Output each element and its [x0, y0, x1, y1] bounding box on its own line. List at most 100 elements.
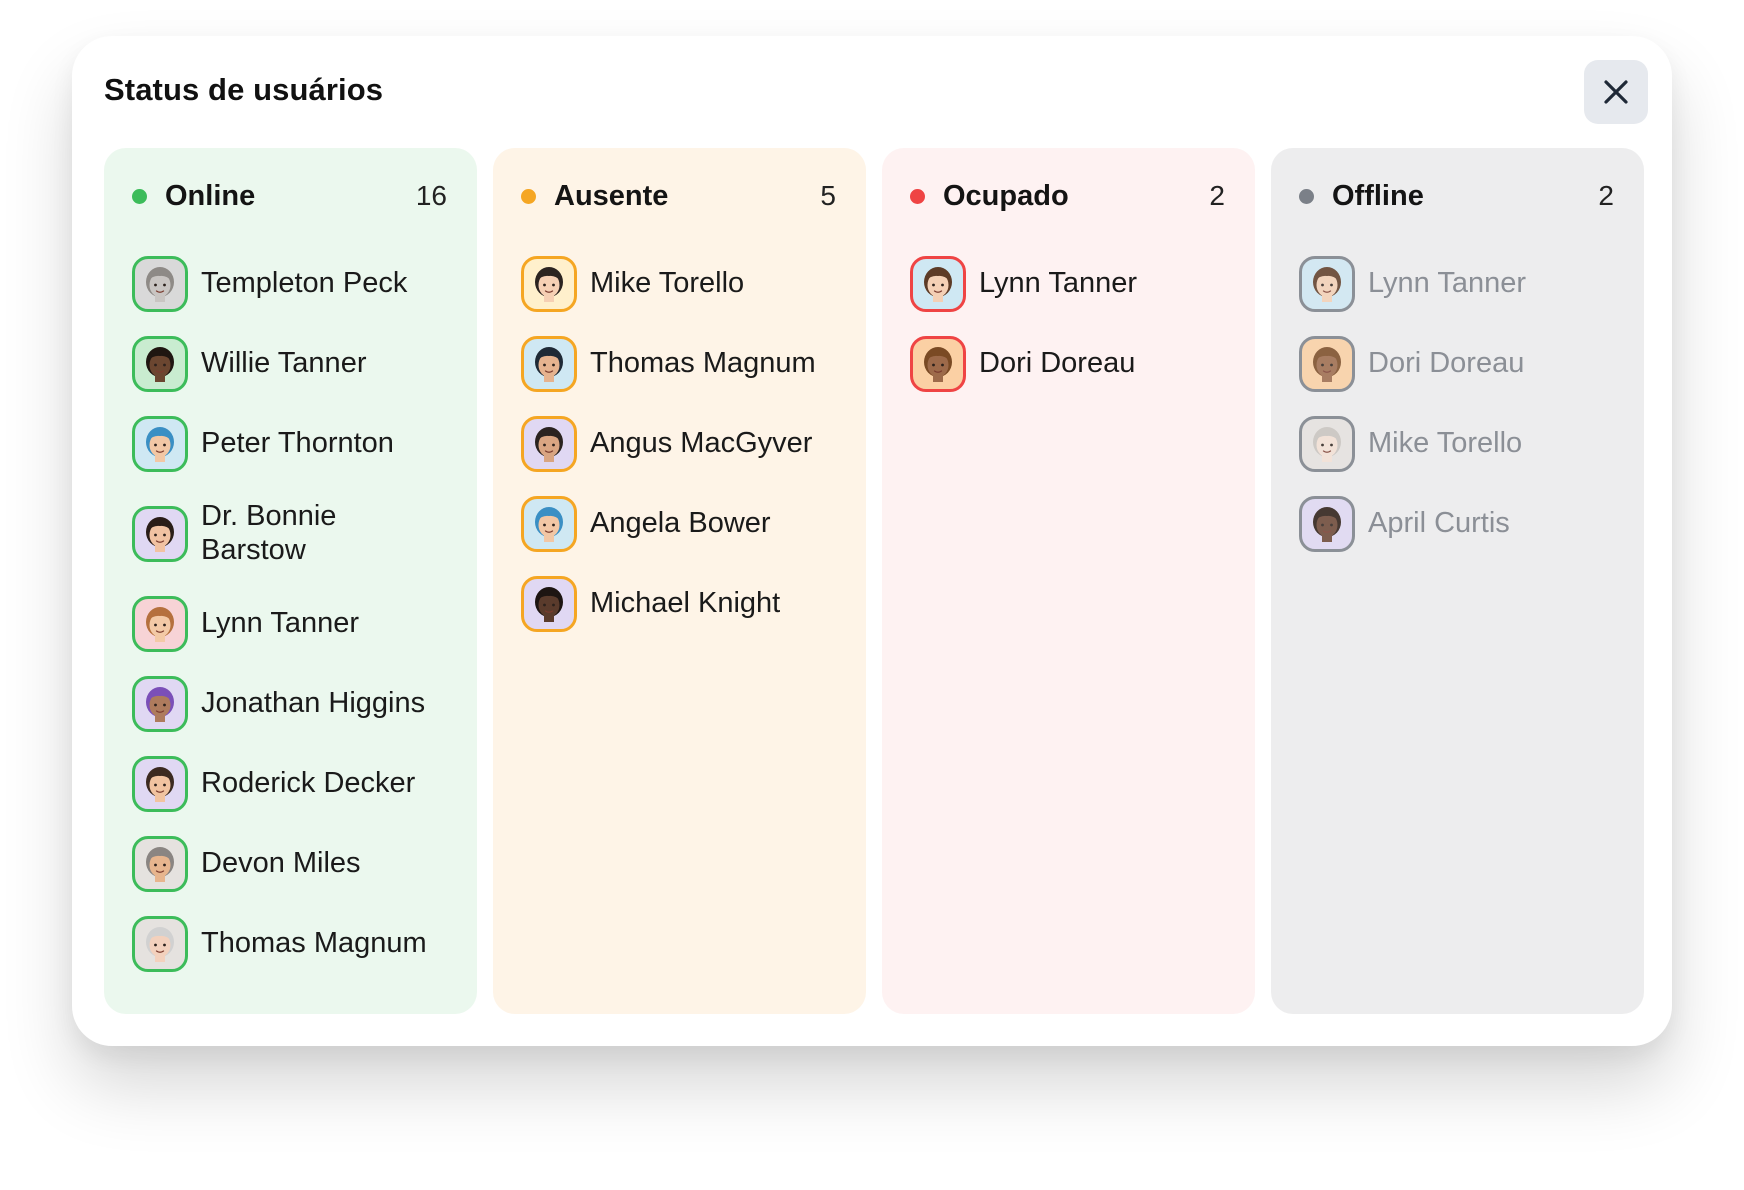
user-name: Willie Tanner [201, 347, 367, 380]
status-dot-icon [1299, 188, 1314, 204]
user-name: Lynn Tanner [1368, 267, 1527, 300]
modal-title: Status de usuários [104, 72, 384, 107]
memoji-face-icon [146, 847, 174, 882]
avatar [1299, 496, 1355, 552]
list-item[interactable]: Roderick Decker [132, 744, 447, 824]
avatar [910, 336, 966, 392]
list-item[interactable]: April Curtis [1299, 484, 1614, 564]
close-icon [1604, 80, 1628, 104]
list-item[interactable]: Lynn Tanner [910, 244, 1225, 324]
column-header: Ocupado 2 [910, 148, 1225, 244]
list-item[interactable]: Dr. Bonnie Barstow [132, 484, 447, 584]
memoji-face-icon [146, 687, 174, 722]
column-title: Ausente [554, 179, 669, 212]
user-name: Michael Knight [590, 587, 781, 620]
close-button[interactable] [1584, 60, 1648, 124]
column-header: Ausente 5 [521, 148, 836, 244]
avatar [132, 596, 188, 652]
memoji-face-icon [1313, 347, 1341, 382]
list-item[interactable]: Mike Torello [1299, 404, 1614, 484]
memoji-face-icon [1313, 507, 1341, 542]
user-name: Dori Doreau [1368, 347, 1525, 380]
list-item[interactable]: Peter Thornton [132, 404, 447, 484]
avatar [132, 916, 188, 972]
list-item[interactable]: Lynn Tanner [132, 584, 447, 664]
status-column-ocupado: Ocupado 2 Lynn Tanner Dori Doreau [882, 148, 1255, 1014]
user-name: Dr. Bonnie Barstow [201, 500, 337, 566]
list-item[interactable]: Jonathan Higgins [132, 664, 447, 744]
list-item[interactable]: Devon Miles [132, 824, 447, 904]
column-count: 16 [415, 180, 447, 211]
user-name: Angus MacGyver [590, 427, 813, 460]
status-columns: Online 16 Templeton Peck Willie Tanner Peter… [104, 148, 1644, 1014]
list-item[interactable]: Dori Doreau [1299, 324, 1614, 404]
avatar [132, 256, 188, 312]
avatar [1299, 416, 1355, 472]
memoji-face-icon [146, 517, 174, 552]
user-name: Thomas Magnum [590, 347, 816, 380]
avatar [1299, 336, 1355, 392]
avatar [132, 416, 188, 472]
user-list: Lynn Tanner Dori Doreau [910, 244, 1225, 404]
avatar [1299, 256, 1355, 312]
user-list: Mike Torello Thomas Magnum Angus MacGyver A… [521, 244, 836, 644]
user-name: Dori Doreau [979, 347, 1136, 380]
list-item[interactable]: Angus MacGyver [521, 404, 836, 484]
list-item[interactable]: Thomas Magnum [132, 904, 447, 984]
user-name: Thomas Magnum [201, 927, 427, 960]
list-item[interactable]: Lynn Tanner [1299, 244, 1614, 324]
avatar [132, 506, 188, 562]
user-status-modal: Status de usuários Online 16 Templeton Pec… [72, 36, 1672, 1046]
memoji-face-icon [535, 347, 563, 382]
memoji-face-icon [535, 507, 563, 542]
list-item[interactable]: Thomas Magnum [521, 324, 836, 404]
avatar [132, 756, 188, 812]
list-item[interactable]: Dori Doreau [910, 324, 1225, 404]
avatar [132, 676, 188, 732]
memoji-face-icon [146, 267, 174, 302]
column-title: Ocupado [943, 179, 1069, 212]
user-name: Peter Thornton [201, 427, 394, 460]
memoji-face-icon [535, 427, 563, 462]
memoji-face-icon [146, 427, 174, 462]
column-title: Offline [1332, 179, 1424, 212]
avatar [132, 836, 188, 892]
status-column-ausente: Ausente 5 Mike Torello Thomas Magnum Angus M… [493, 148, 866, 1014]
avatar [910, 256, 966, 312]
column-count: 2 [1209, 180, 1225, 211]
avatar [132, 336, 188, 392]
user-list: Lynn Tanner Dori Doreau Mike Torello April … [1299, 244, 1614, 564]
list-item[interactable]: Templeton Peck [132, 244, 447, 324]
memoji-face-icon [146, 927, 174, 962]
avatar [521, 496, 577, 552]
memoji-face-icon [146, 607, 174, 642]
memoji-face-icon [924, 347, 952, 382]
user-name: Lynn Tanner [979, 267, 1138, 300]
memoji-face-icon [1313, 427, 1341, 462]
user-name: Lynn Tanner [201, 607, 360, 640]
column-header: Online 16 [132, 148, 447, 244]
status-dot-icon [910, 188, 925, 204]
column-header: Offline 2 [1299, 148, 1614, 244]
list-item[interactable]: Angela Bower [521, 484, 836, 564]
status-dot-icon [132, 188, 147, 204]
user-name: Templeton Peck [201, 267, 408, 300]
user-name: Angela Bower [590, 507, 771, 540]
memoji-face-icon [146, 347, 174, 382]
status-dot-icon [521, 188, 536, 204]
status-column-online: Online 16 Templeton Peck Willie Tanner Peter… [104, 148, 477, 1014]
avatar [521, 336, 577, 392]
memoji-face-icon [535, 267, 563, 302]
list-item[interactable]: Mike Torello [521, 244, 836, 324]
memoji-face-icon [146, 767, 174, 802]
column-count: 5 [820, 180, 836, 211]
list-item[interactable]: Michael Knight [521, 564, 836, 644]
memoji-face-icon [1313, 267, 1341, 302]
list-item[interactable]: Willie Tanner [132, 324, 447, 404]
column-count: 2 [1598, 180, 1614, 211]
user-name: Roderick Decker [201, 767, 416, 800]
status-column-offline: Offline 2 Lynn Tanner Dori Doreau Mike Torel… [1271, 148, 1644, 1014]
user-name: Mike Torello [590, 267, 745, 300]
user-name: April Curtis [1368, 507, 1510, 540]
user-name: Mike Torello [1368, 427, 1523, 460]
